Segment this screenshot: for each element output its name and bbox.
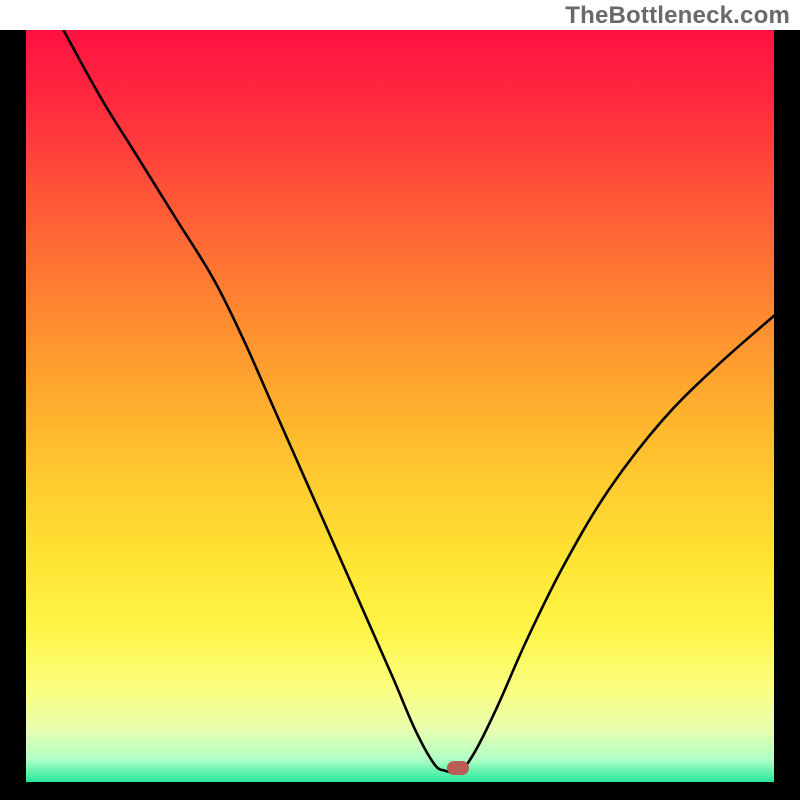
chart-frame: TheBottleneck.com [0, 0, 800, 800]
optimal-point-marker [447, 761, 469, 775]
gradient-background [26, 30, 774, 782]
plot-area [26, 30, 774, 782]
watermark-text: TheBottleneck.com [565, 2, 790, 30]
plot-svg [26, 30, 774, 782]
